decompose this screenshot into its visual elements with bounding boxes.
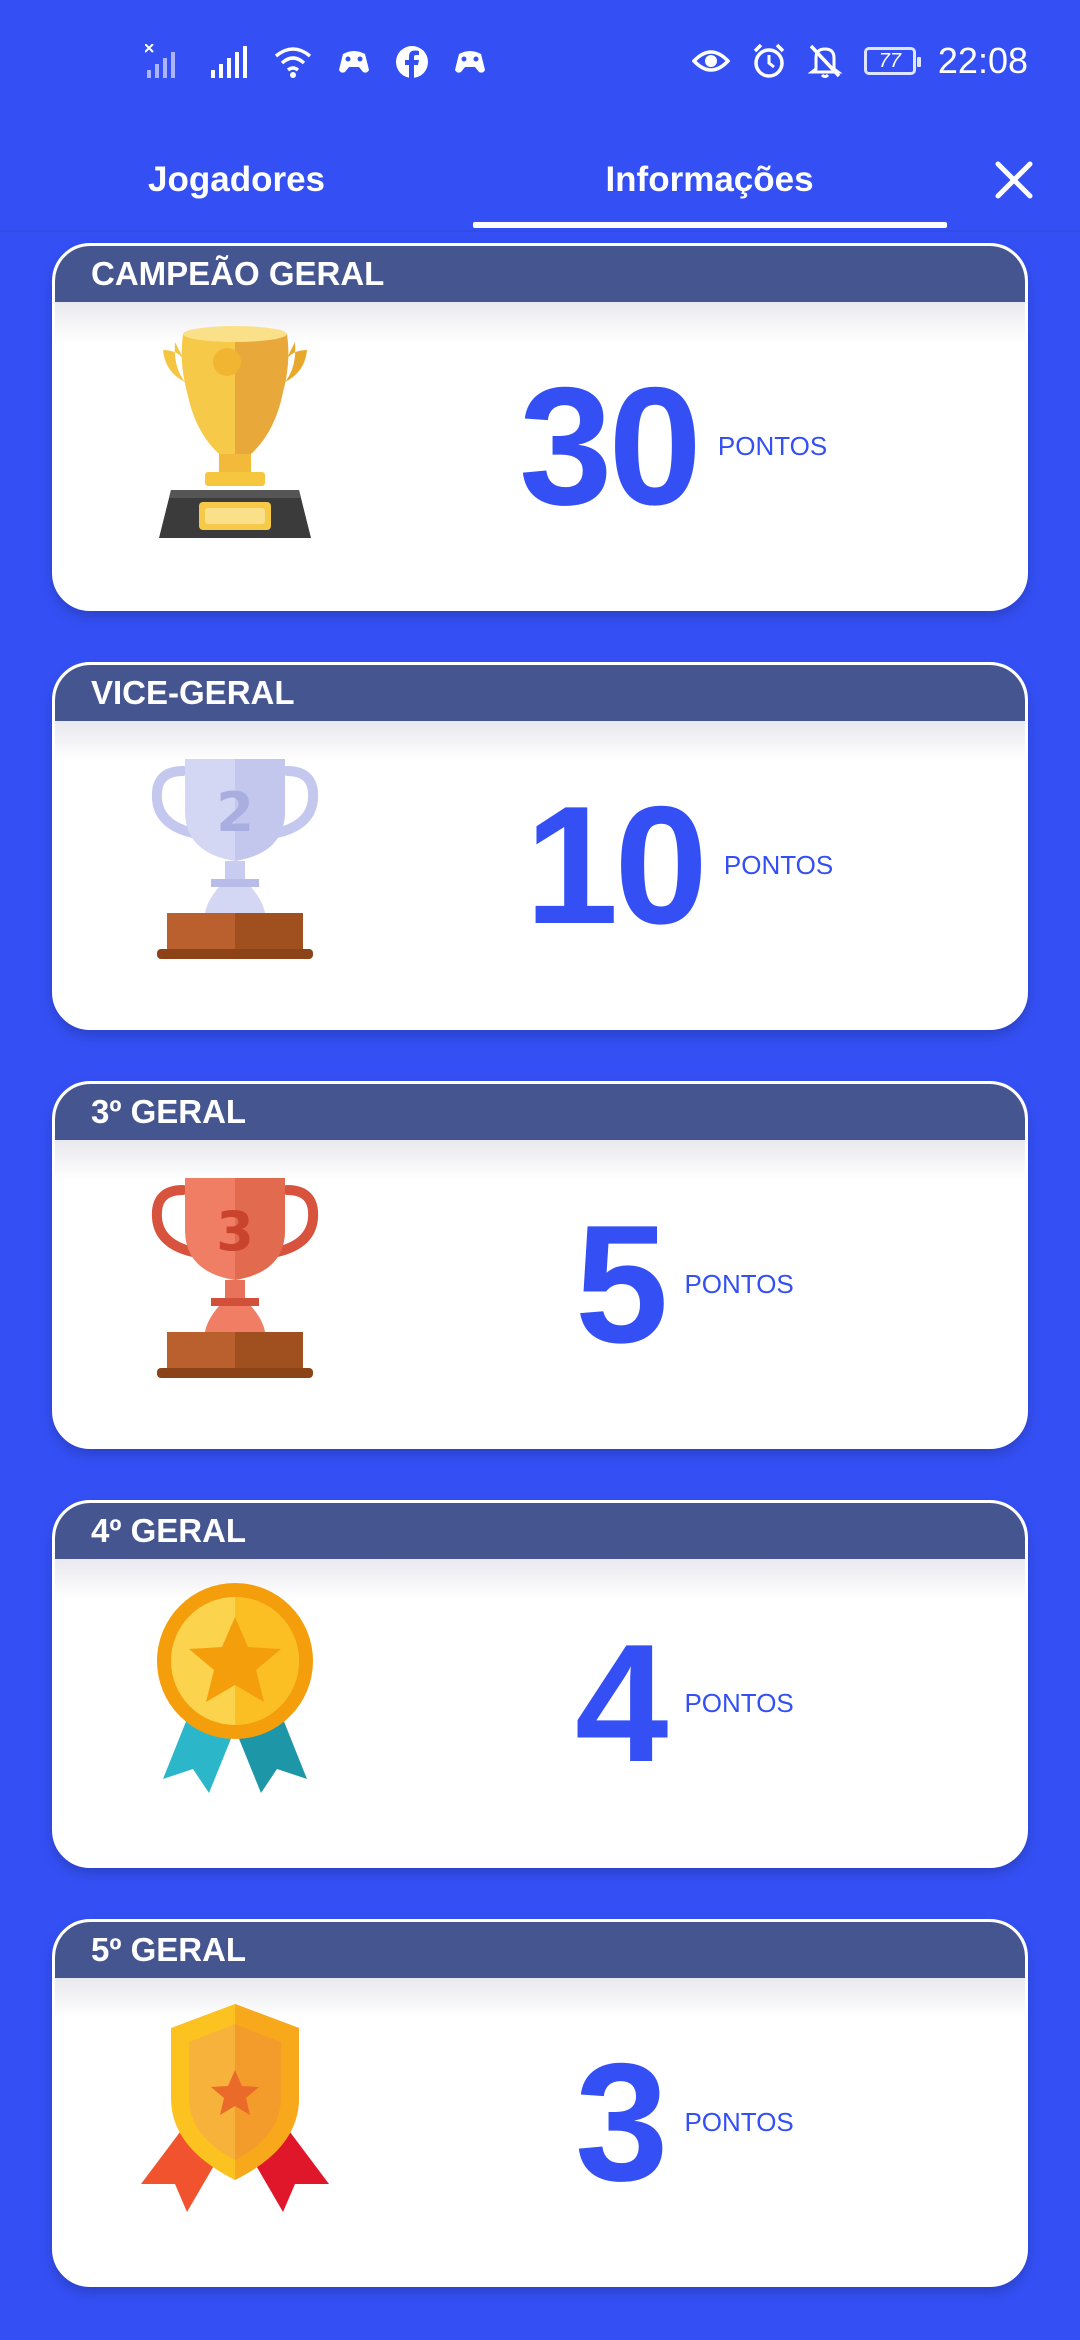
card-body: 30 PONTOS (55, 302, 1025, 608)
bronze-trophy-icon: 3 (151, 1178, 319, 1378)
eye-icon (691, 50, 730, 72)
battery-icon: 77 (863, 47, 921, 75)
points-value: 5 (575, 1190, 668, 1378)
gamepad-icon (339, 51, 369, 73)
card-title: CAMPEÃO GERAL (55, 246, 1025, 302)
award-card: 4º GERAL 4 PONTOS (52, 1500, 1028, 1868)
score: 30 PONTOS (519, 362, 827, 530)
status-icons-right: 77 22:08 (691, 40, 1028, 82)
signal-icon (211, 46, 247, 78)
close-button[interactable] (990, 150, 1038, 210)
score: 5 PONTOS (575, 1200, 794, 1368)
points-value: 30 (519, 352, 702, 540)
card-title: 3º GERAL (55, 1084, 1025, 1140)
award-card: 3º GERAL 3 5 PONTOS (52, 1081, 1028, 1449)
gamepad-icon (455, 51, 485, 73)
award-card: 5º GERAL 3 PONTOS (52, 1919, 1028, 2287)
award-card: CAMPEÃO GERAL 30 PONTOS (52, 243, 1028, 611)
points-unit: PONTOS (717, 430, 828, 461)
points-unit: PONTOS (723, 849, 834, 880)
card-body: 4 PONTOS (55, 1559, 1025, 1865)
score: 3 PONTOS (575, 2038, 794, 2206)
status-bar: 77 22:08 (0, 0, 1080, 130)
card-body: 2 10 PONTOS (55, 721, 1025, 1027)
shield-badge-icon (141, 2004, 329, 2212)
tab-bar: Jogadores Informações (0, 130, 1080, 230)
svg-text:2: 2 (216, 781, 254, 844)
status-time: 22:08 (937, 40, 1028, 81)
status-icons-left (145, 44, 487, 80)
score: 4 PONTOS (575, 1619, 794, 1787)
card-body: 3 5 PONTOS (55, 1140, 1025, 1446)
score: 10 PONTOS (525, 781, 833, 949)
svg-text:3: 3 (216, 1200, 254, 1263)
gold-trophy-icon (159, 326, 311, 538)
no-signal-icon (145, 44, 175, 78)
award-list: CAMPEÃO GERAL 30 PONTOS VICE-GERAL 2 10 … (52, 243, 1028, 2338)
card-title: VICE-GERAL (55, 665, 1025, 721)
tab-jogadores[interactable]: Jogadores (0, 130, 473, 230)
close-icon (995, 161, 1033, 199)
points-value: 10 (525, 771, 708, 959)
award-card: VICE-GERAL 2 10 PONTOS (52, 662, 1028, 1030)
wifi-icon (274, 47, 312, 78)
points-unit: PONTOS (684, 1268, 794, 1299)
active-tab-indicator (473, 222, 947, 228)
points-value: 3 (575, 2028, 668, 2216)
battery-level: 77 (878, 49, 902, 72)
facebook-icon (396, 46, 428, 78)
points-unit: PONTOS (684, 2106, 794, 2137)
bell-off-icon (807, 44, 842, 78)
points-value: 4 (575, 1609, 668, 1797)
card-body: 3 PONTOS (55, 1978, 1025, 2284)
star-medal-icon (157, 1583, 313, 1793)
tab-informacoes[interactable]: Informações (473, 130, 946, 230)
silver-trophy-icon: 2 (151, 759, 319, 959)
card-title: 4º GERAL (55, 1503, 1025, 1559)
alarm-icon (753, 43, 785, 78)
card-title: 5º GERAL (55, 1922, 1025, 1978)
points-unit: PONTOS (684, 1687, 794, 1718)
tab-divider (0, 230, 1080, 232)
